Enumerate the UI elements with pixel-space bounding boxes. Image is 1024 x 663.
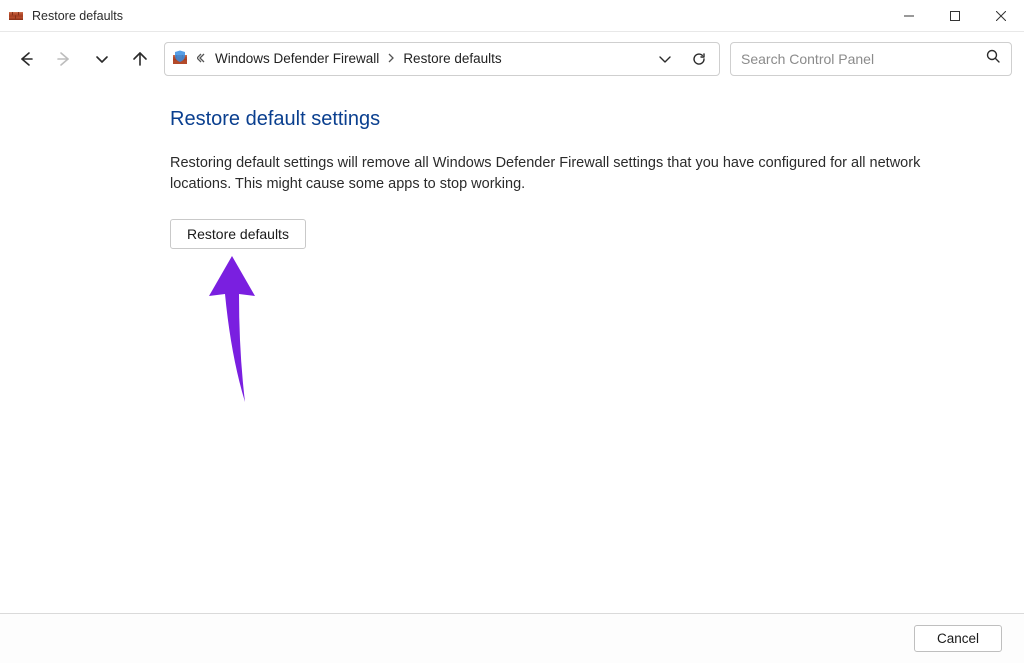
restore-defaults-button[interactable]: Restore defaults <box>170 219 306 249</box>
annotation-arrow-icon <box>197 256 267 411</box>
recent-locations-button[interactable] <box>88 45 116 73</box>
maximize-button[interactable] <box>932 0 978 31</box>
window-controls <box>886 0 1024 31</box>
titlebar: Restore defaults <box>0 0 1024 32</box>
minimize-button[interactable] <box>886 0 932 31</box>
content-area: Restore default settings Restoring defau… <box>0 86 1024 249</box>
firewall-icon <box>8 8 24 24</box>
breadcrumb-item-current[interactable]: Restore defaults <box>403 51 501 66</box>
breadcrumb-overflow-icon[interactable] <box>195 52 209 66</box>
address-dropdown-button[interactable] <box>651 45 679 73</box>
breadcrumb-item-parent[interactable]: Windows Defender Firewall <box>215 51 379 66</box>
toolbar: Windows Defender Firewall Restore defaul… <box>0 32 1024 86</box>
titlebar-left: Restore defaults <box>0 8 123 24</box>
cancel-button[interactable]: Cancel <box>914 625 1002 652</box>
search-box[interactable] <box>730 42 1012 76</box>
close-button[interactable] <box>978 0 1024 31</box>
search-icon[interactable] <box>985 48 1001 69</box>
page-heading: Restore default settings <box>170 108 964 131</box>
window-title: Restore defaults <box>32 9 123 23</box>
footer-bar: Cancel <box>0 613 1024 663</box>
address-bar[interactable]: Windows Defender Firewall Restore defaul… <box>164 42 720 76</box>
search-input[interactable] <box>741 51 977 67</box>
chevron-right-icon[interactable] <box>385 52 397 66</box>
up-button[interactable] <box>126 45 154 73</box>
refresh-button[interactable] <box>685 45 713 73</box>
back-button[interactable] <box>12 45 40 73</box>
firewall-shield-icon <box>171 50 189 68</box>
forward-button[interactable] <box>50 45 78 73</box>
page-description: Restoring default settings will remove a… <box>170 153 964 195</box>
